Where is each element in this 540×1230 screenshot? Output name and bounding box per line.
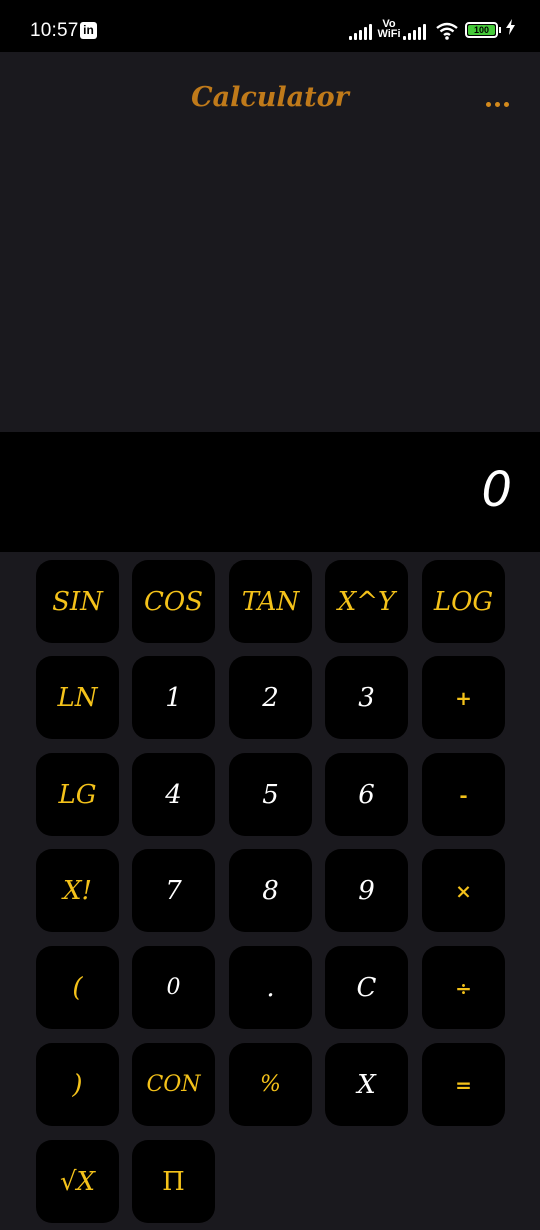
digit-9-button[interactable]: 9 — [325, 849, 408, 932]
factorial-button[interactable]: X! — [36, 849, 119, 932]
battery-level: 100 — [468, 25, 495, 35]
percent-button[interactable]: % — [229, 1043, 312, 1126]
digit-2-button[interactable]: 2 — [229, 656, 312, 739]
status-time: 10:57 — [30, 20, 79, 41]
digit-7-button[interactable]: 7 — [132, 849, 215, 932]
vowifi-label: Vo WiFi — [377, 18, 401, 40]
close-paren-button[interactable]: ) — [36, 1043, 119, 1126]
ln-button[interactable]: LN — [36, 656, 119, 739]
status-bar: 10:57 in Vo WiFi 100 — [0, 0, 540, 52]
open-paren-button[interactable]: ( — [36, 946, 119, 1029]
app-header: Calculator — [0, 52, 540, 148]
sin-button[interactable]: SIN — [36, 560, 119, 643]
result-display: 0 — [0, 432, 540, 552]
more-dots-icon[interactable] — [486, 102, 509, 107]
digit-6-button[interactable]: 6 — [325, 753, 408, 836]
backspace-button[interactable]: X — [325, 1043, 408, 1126]
tan-button[interactable]: TAN — [229, 560, 312, 643]
pi-button[interactable]: Π — [132, 1140, 215, 1223]
display-value: 0 — [481, 462, 512, 518]
multiply-button[interactable]: × — [422, 849, 505, 932]
battery-tip — [499, 27, 501, 33]
app-title: Calculator — [191, 82, 349, 113]
digit-5-button[interactable]: 5 — [229, 753, 312, 836]
digit-3-button[interactable]: 3 — [325, 656, 408, 739]
digit-8-button[interactable]: 8 — [229, 849, 312, 932]
battery-icon: 100 — [465, 22, 498, 38]
signal-icon — [349, 24, 375, 40]
digit-1-button[interactable]: 1 — [132, 656, 215, 739]
power-button[interactable]: X^Y — [325, 560, 408, 643]
cos-button[interactable]: COS — [132, 560, 215, 643]
plus-button[interactable]: + — [422, 656, 505, 739]
wifi-icon — [436, 22, 458, 40]
signal-icon-2 — [403, 24, 429, 40]
digit-0-button[interactable]: 0 — [132, 946, 215, 1029]
lg-button[interactable]: LG — [36, 753, 119, 836]
decimal-button[interactable]: . — [229, 946, 312, 1029]
log-button[interactable]: LOG — [422, 560, 505, 643]
con-button[interactable]: CON — [132, 1043, 215, 1126]
status-icons: Vo WiFi 100 — [349, 18, 515, 42]
divide-button[interactable]: ÷ — [422, 946, 505, 1029]
digit-4-button[interactable]: 4 — [132, 753, 215, 836]
charging-icon — [506, 19, 515, 35]
clear-button[interactable]: C — [325, 946, 408, 1029]
equals-button[interactable]: = — [422, 1043, 505, 1126]
minus-button[interactable]: - — [422, 753, 505, 836]
keypad: SIN COS TAN X^Y LOG LN 1 2 3 + LG 4 5 6 … — [0, 552, 540, 1230]
sqrt-button[interactable]: √X — [36, 1140, 119, 1223]
linkedin-icon: in — [80, 22, 97, 39]
